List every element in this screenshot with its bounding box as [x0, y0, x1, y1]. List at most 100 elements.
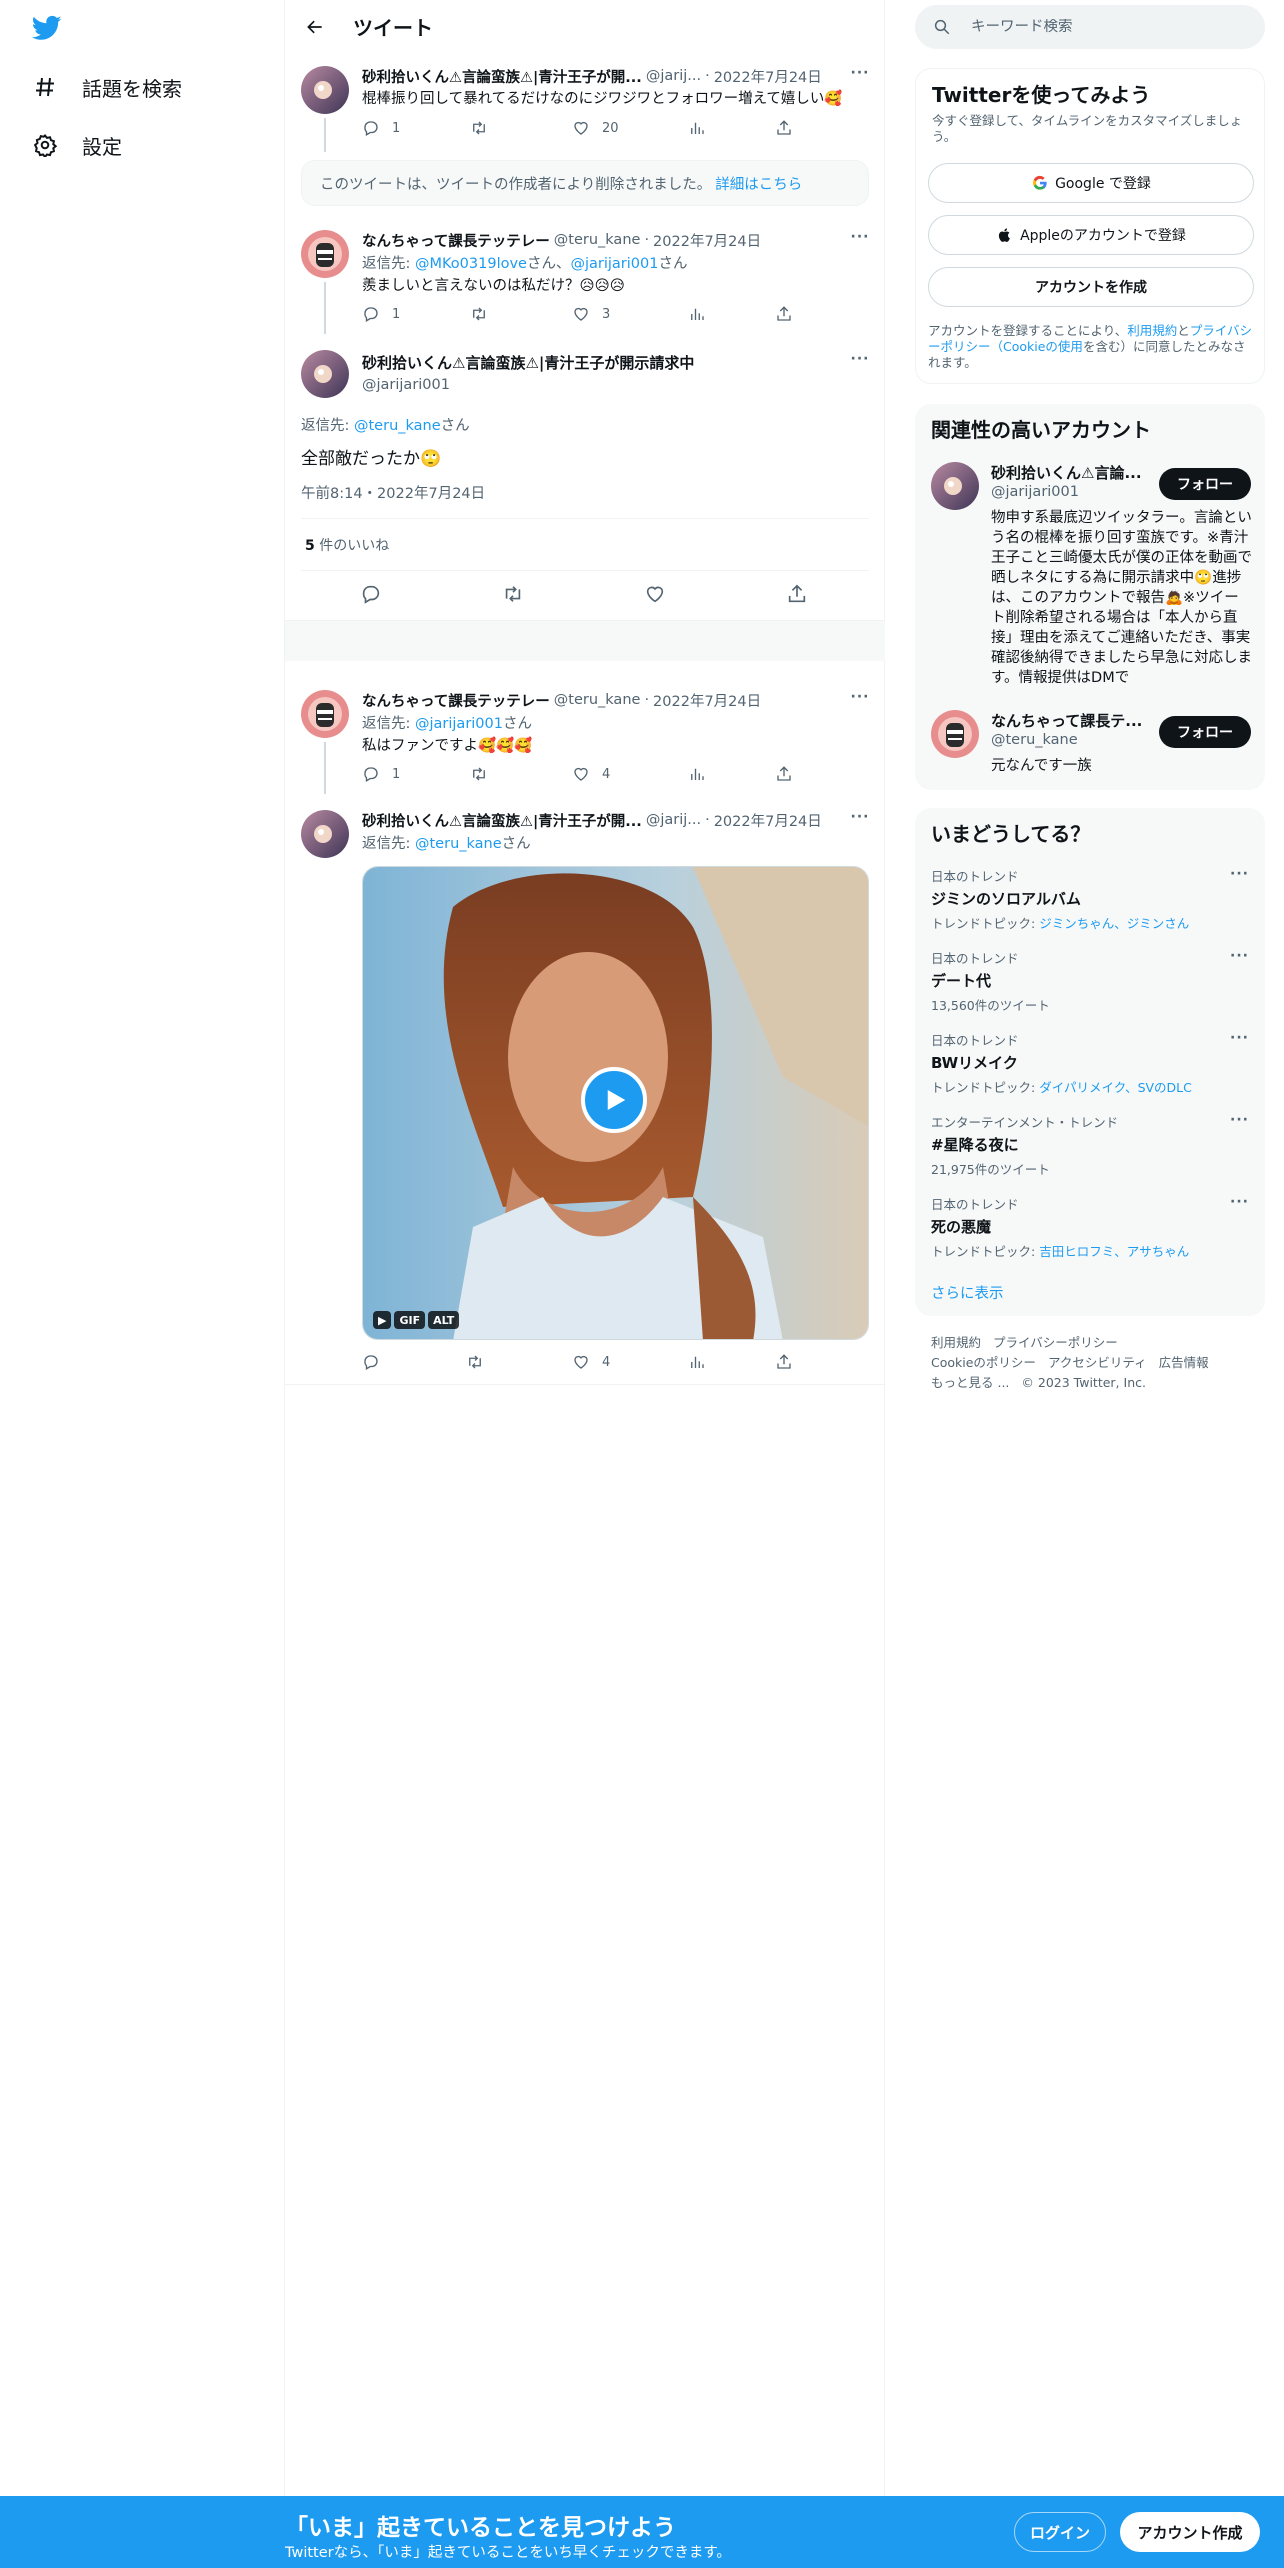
terms-link[interactable]: 利用規約: [1127, 323, 1177, 338]
reply-to-link[interactable]: @teru_kane: [415, 836, 502, 852]
tweet-date[interactable]: 2022年7月24日: [714, 66, 822, 87]
google-signup-button[interactable]: Google で登録: [928, 163, 1254, 203]
trend-item[interactable]: 日本のトレンド 死の悪魔 トレンドトピック: 吉田ヒロフミ、アサちゃん ···: [931, 1194, 1249, 1260]
share-button[interactable]: [775, 304, 793, 324]
reply-button[interactable]: 1: [362, 304, 400, 324]
more-options-icon[interactable]: ···: [1230, 1030, 1249, 1046]
trend-item[interactable]: 日本のトレンド ジミンのソロアルバム トレンドトピック: ジミンちゃん、ジミンさ…: [931, 866, 1249, 932]
twitter-bird-icon[interactable]: [30, 13, 64, 43]
retweet-button[interactable]: [470, 764, 500, 784]
avatar[interactable]: [301, 66, 349, 114]
like-button[interactable]: 3: [572, 304, 610, 324]
show-more-link[interactable]: さらに表示: [931, 1282, 1004, 1303]
footer-link[interactable]: プライバシーポリシー: [993, 1335, 1118, 1350]
search-input[interactable]: [971, 19, 1231, 35]
play-small-icon[interactable]: ▶: [373, 1311, 392, 1329]
retweet-button[interactable]: [470, 304, 500, 324]
trend-item[interactable]: 日本のトレンド BWリメイク トレンドトピック: ダイパリメイク、SVのDLC …: [931, 1030, 1249, 1096]
account-handle[interactable]: @teru_kane: [991, 732, 1078, 748]
footer-link[interactable]: もっと見る ...: [931, 1375, 1009, 1390]
trend-topic-link[interactable]: 吉田ヒロフミ、アサちゃん: [1039, 1244, 1189, 1259]
like-button[interactable]: 4: [572, 1352, 610, 1372]
like-button[interactable]: 20: [572, 118, 619, 138]
avatar[interactable]: [301, 230, 349, 278]
follow-button[interactable]: フォロー: [1159, 716, 1251, 748]
login-button[interactable]: ログイン: [1014, 2512, 1106, 2552]
tweet-author-name[interactable]: なんちゃって課長テッテレー: [362, 690, 550, 711]
reply-button[interactable]: 1: [362, 764, 400, 784]
likes-summary[interactable]: 5 件のいいね: [305, 535, 389, 555]
reply-button[interactable]: [360, 583, 384, 607]
retweet-button[interactable]: [502, 583, 526, 607]
tweet-author-handle[interactable]: @teru_kane: [554, 692, 641, 708]
back-arrow-icon[interactable]: [297, 9, 333, 45]
play-button[interactable]: [581, 1067, 647, 1133]
tweet-author-name[interactable]: 砂利拾いくん⚠言論蛮族⚠|青汁王子が開示請求中: [362, 352, 870, 373]
more-options-icon[interactable]: ···: [1230, 1194, 1249, 1210]
tweet-author-handle[interactable]: @teru_kane: [554, 232, 641, 248]
create-account-button[interactable]: アカウントを作成: [928, 267, 1254, 307]
more-options-icon[interactable]: ···: [850, 230, 870, 250]
gif-media[interactable]: ▶ GIF ALT: [362, 866, 869, 1340]
account-name[interactable]: なんちゃって課長テ...: [991, 710, 1146, 731]
tweet[interactable]: 砂利拾いくん⚠言論蛮族⚠|青汁王子が開... @jarij... · 2022年…: [285, 60, 885, 152]
avatar[interactable]: [931, 462, 979, 510]
more-options-icon[interactable]: ···: [850, 352, 870, 372]
tweet-timestamp[interactable]: 午前8:14・2022年7月24日: [301, 482, 485, 503]
tweet-date[interactable]: 2022年7月24日: [714, 810, 822, 831]
footer-link[interactable]: Cookieのポリシー: [931, 1355, 1036, 1370]
more-options-icon[interactable]: ···: [1230, 1112, 1249, 1128]
tweet-author-name[interactable]: 砂利拾いくん⚠言論蛮族⚠|青汁王子が開...: [362, 66, 642, 87]
views-button[interactable]: [688, 764, 706, 784]
retweet-button[interactable]: [466, 1352, 496, 1372]
share-button[interactable]: [775, 764, 793, 784]
avatar[interactable]: [301, 350, 349, 398]
trend-item[interactable]: エンターテインメント・トレンド #星降る夜に 21,975件のツイート ···: [931, 1112, 1249, 1178]
reply-to-link[interactable]: @jarijari001: [415, 716, 503, 732]
avatar[interactable]: [931, 710, 979, 758]
views-button[interactable]: [688, 1352, 706, 1372]
tweet-author-handle[interactable]: @jarij...: [646, 812, 701, 828]
signup-button[interactable]: アカウント作成: [1120, 2512, 1260, 2552]
like-button[interactable]: [644, 583, 668, 607]
more-options-icon[interactable]: ···: [1230, 948, 1249, 964]
avatar[interactable]: [301, 690, 349, 738]
tweet-author-name[interactable]: 砂利拾いくん⚠言論蛮族⚠|青汁王子が開...: [362, 810, 642, 831]
account-handle[interactable]: @jarijari001: [991, 484, 1079, 500]
reply-to-link[interactable]: @teru_kane: [354, 418, 441, 434]
footer-link[interactable]: アクセシビリティ: [1048, 1355, 1147, 1370]
trend-item[interactable]: 日本のトレンド デート代 13,560件のツイート ···: [931, 948, 1249, 1014]
views-button[interactable]: [688, 118, 706, 138]
footer-link[interactable]: 利用規約: [931, 1335, 981, 1350]
tweet-author-handle[interactable]: @jarij...: [646, 68, 701, 84]
nav-explore[interactable]: 話題を検索: [32, 65, 182, 109]
reply-to-link[interactable]: @MKo0319love: [415, 256, 527, 272]
alt-badge[interactable]: ALT: [428, 1311, 460, 1329]
tweet[interactable]: なんちゃって課長テッテレー @teru_kane · 2022年7月24日 ··…: [285, 224, 885, 334]
more-options-icon[interactable]: ···: [850, 690, 870, 710]
trend-topic-link[interactable]: ジミンちゃん、ジミンさん: [1039, 916, 1189, 931]
more-options-icon[interactable]: ···: [1230, 866, 1249, 882]
reply-to-link[interactable]: @jarijari001: [570, 256, 658, 272]
more-options-icon[interactable]: ···: [850, 66, 870, 86]
tweet-author-name[interactable]: なんちゃって課長テッテレー: [362, 230, 550, 251]
views-button[interactable]: [688, 304, 706, 324]
more-options-icon[interactable]: ···: [850, 810, 870, 830]
follow-button[interactable]: フォロー: [1159, 468, 1251, 500]
apple-signup-button[interactable]: Appleのアカウントで登録: [928, 215, 1254, 255]
share-button[interactable]: [775, 118, 793, 138]
account-name[interactable]: 砂利拾いくん⚠言論...: [991, 462, 1146, 483]
share-button[interactable]: [786, 583, 810, 607]
nav-settings[interactable]: 設定: [32, 123, 122, 167]
tweet-author-handle[interactable]: @jarijari001: [362, 377, 870, 393]
like-button[interactable]: 4: [572, 764, 610, 784]
search-bar[interactable]: [915, 5, 1265, 49]
avatar[interactable]: [301, 810, 349, 858]
trend-topic-link[interactable]: ダイパリメイク、SVのDLC: [1039, 1080, 1192, 1095]
tweet[interactable]: なんちゃって課長テッテレー @teru_kane · 2022年7月24日 ··…: [285, 684, 885, 794]
footer-link[interactable]: 広告情報: [1159, 1355, 1209, 1370]
reply-button[interactable]: [362, 1352, 392, 1372]
share-button[interactable]: [775, 1352, 793, 1372]
tweet-date[interactable]: 2022年7月24日: [653, 690, 761, 711]
retweet-button[interactable]: [470, 118, 500, 138]
